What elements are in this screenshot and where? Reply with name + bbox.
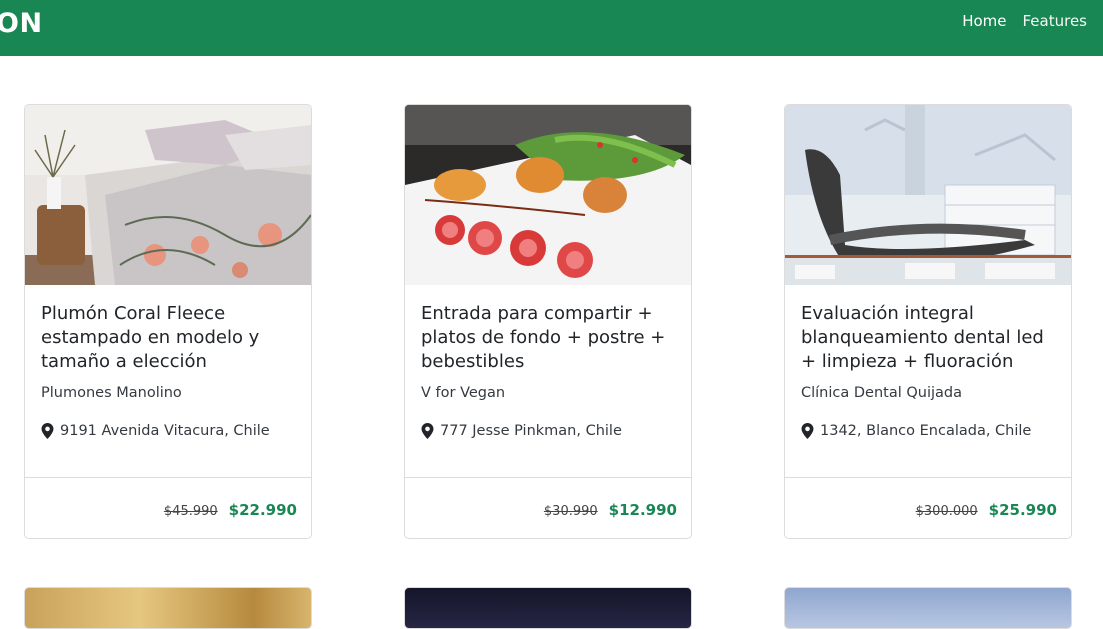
map-pin-icon xyxy=(801,423,814,439)
deal-card-body: Entrada para compartir + platos de fondo… xyxy=(421,302,677,439)
original-price: $45.990 xyxy=(163,504,218,519)
deal-card-body: Evaluación integral blanqueamiento denta… xyxy=(801,302,1057,439)
location-text: 9191 Avenida Vitacura, Chile xyxy=(60,423,270,439)
discount-price: $22.990 xyxy=(228,501,297,519)
food-plate-photo[interactable] xyxy=(405,105,691,285)
nav-links: Home Features xyxy=(954,12,1095,30)
discount-price: $25.990 xyxy=(988,501,1057,519)
deal-card-footer: $45.990 $22.990 xyxy=(25,477,311,538)
merchant-name: Clínica Dental Quijada xyxy=(801,385,962,401)
deal-card[interactable]: Entrada para compartir + platos de fondo… xyxy=(404,104,692,539)
deal-card-partial-sky-photo[interactable] xyxy=(784,587,1072,629)
merchant-name: V for Vegan xyxy=(421,385,506,401)
original-price: $30.990 xyxy=(543,504,598,519)
price-group: $45.990 $22.990 xyxy=(164,501,297,519)
deal-title[interactable]: Plumón Coral Fleece estampado en modelo … xyxy=(41,302,297,374)
nav-link-features[interactable]: Features xyxy=(1015,12,1096,30)
deal-card[interactable]: Plumón Coral Fleece estampado en modelo … xyxy=(24,104,312,539)
deal-location: 777 Jesse Pinkman, Chile xyxy=(421,423,677,439)
location-text: 1342, Blanco Encalada, Chile xyxy=(820,423,1032,439)
nav-link-home[interactable]: Home xyxy=(954,12,1014,30)
price-group: $30.990 $12.990 xyxy=(544,501,677,519)
deal-card-partial-food-photo[interactable] xyxy=(24,587,312,629)
top-navbar: ON Home Features xyxy=(0,0,1103,56)
map-pin-icon xyxy=(41,423,54,439)
original-price: $300.000 xyxy=(915,504,978,519)
deal-card-footer: $300.000 $25.990 xyxy=(785,477,1071,538)
deal-title[interactable]: Evaluación integral blanqueamiento denta… xyxy=(801,302,1057,374)
deal-card-partial-night-photo[interactable] xyxy=(404,587,692,629)
deal-location: 1342, Blanco Encalada, Chile xyxy=(801,423,1057,439)
price-group: $300.000 $25.990 xyxy=(916,501,1057,519)
deal-card-body: Plumón Coral Fleece estampado en modelo … xyxy=(41,302,297,439)
dental-clinic-photo[interactable] xyxy=(785,105,1071,285)
deal-card-footer: $30.990 $12.990 xyxy=(405,477,691,538)
location-text: 777 Jesse Pinkman, Chile xyxy=(440,423,622,439)
deal-location: 9191 Avenida Vitacura, Chile xyxy=(41,423,297,439)
bedding-photo[interactable] xyxy=(25,105,311,285)
discount-price: $12.990 xyxy=(608,501,677,519)
merchant-name: Plumones Manolino xyxy=(41,385,182,401)
map-pin-icon xyxy=(421,423,434,439)
deal-title[interactable]: Entrada para compartir + platos de fondo… xyxy=(421,302,677,374)
brand-logo[interactable]: ON xyxy=(0,8,43,39)
deal-card[interactable]: Evaluación integral blanqueamiento denta… xyxy=(784,104,1072,539)
